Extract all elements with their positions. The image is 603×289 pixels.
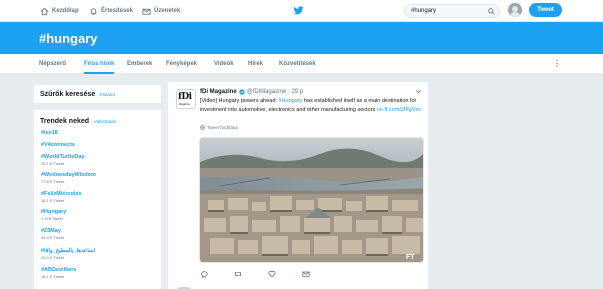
trends-change-link[interactable]: · Változtatás xyxy=(91,119,116,124)
filters-show-link[interactable]: · Mutasd xyxy=(97,92,115,97)
tweet-link[interactable]: on.ft.com/2IFgVss xyxy=(377,107,421,113)
bell-icon xyxy=(90,7,97,15)
tab-news[interactable]: Hírek xyxy=(248,54,263,74)
like-icon[interactable] xyxy=(268,270,276,278)
more-options-icon[interactable]: ⋮ xyxy=(553,59,561,68)
author-handle[interactable]: @fDiMagazine · 29 p xyxy=(247,89,303,95)
trend-name: #V4connects xyxy=(41,142,75,148)
home-icon xyxy=(40,7,49,15)
trends-title-text: Trendek neked xyxy=(40,118,90,125)
trend-item[interactable]: #WorldTurtleDay 25,1 E Tweet xyxy=(41,154,85,166)
search-tabs: Népszerű Friss hírek Emberek Fényképek V… xyxy=(0,54,603,74)
trend-name: #FelizMiércoles xyxy=(41,191,82,197)
verified-badge-icon xyxy=(238,89,245,95)
logo-subtext: Magazine xyxy=(179,103,190,106)
trend-name: #WorldTurtleDay xyxy=(41,154,85,160)
trend-name: #WednesdayWisdom xyxy=(41,172,96,178)
tab-people[interactable]: Emberek xyxy=(127,54,152,74)
globe-icon xyxy=(200,125,205,130)
nav-home-label: Kezdőlap xyxy=(52,8,79,14)
trend-item[interactable]: #Hungary 1 378 Tweet xyxy=(41,209,66,221)
twitter-bird-icon[interactable] xyxy=(293,5,304,16)
search-filters-card: Szűrők keresése · Mutasd xyxy=(33,84,162,104)
nav-messages-label: Üzenetek xyxy=(154,8,181,14)
reply-icon[interactable] xyxy=(200,270,208,278)
trend-name: #23May xyxy=(41,228,61,234)
trend-item[interactable]: #FelizMiércoles 18,1 E Tweet xyxy=(41,191,82,203)
avatar[interactable] xyxy=(508,3,522,17)
nav-home[interactable]: Kezdőlap xyxy=(40,4,79,18)
retweet-icon[interactable] xyxy=(234,270,242,278)
trend-count: 77,6 E Tweet xyxy=(41,179,65,184)
trend-name: #اساعدها_بالمطبخ_واقا xyxy=(41,248,96,254)
trend-item[interactable]: #ABDevilliers 18,1 E Tweet xyxy=(41,267,76,279)
trend-item[interactable]: #WednesdayWisdom 77,6 E Tweet xyxy=(41,172,96,184)
filters-title: Szűrők keresése · Mutasd xyxy=(40,91,115,98)
trend-name: #ABDevilliers xyxy=(41,267,77,273)
direct-message-icon[interactable] xyxy=(302,270,310,278)
search-value: #hungary xyxy=(411,8,437,14)
trend-name: #Hungary xyxy=(41,209,67,215)
trend-count: 25,4 E Tweet xyxy=(41,255,65,260)
trend-item[interactable]: #ice18 xyxy=(41,130,58,136)
nav-notifications-label: Értesítések xyxy=(101,8,134,14)
tab-videos[interactable]: Videók xyxy=(214,54,234,74)
filters-title-text: Szűrők keresése xyxy=(40,91,96,98)
city-aerial-image: FT xyxy=(200,138,423,262)
trends-card: Trendek neked · Változtatás #ice18 #V4con… xyxy=(33,109,162,289)
tab-popular[interactable]: Népszerű xyxy=(39,54,66,74)
trend-item[interactable]: #23May 34,4 E Tweet xyxy=(41,228,64,240)
trend-name: #ice18 xyxy=(41,130,58,136)
trend-count: 1 378 Tweet xyxy=(41,216,63,221)
tweet-text-prefix: [Video] Hungary powers ahead: xyxy=(200,98,279,104)
tweet-text: [Video] Hungary powers ahead: #Hungary h… xyxy=(200,97,422,114)
nav-messages[interactable]: Üzenetek xyxy=(142,4,180,18)
translate-tweet-link[interactable]: Tweet fordítása xyxy=(200,125,238,130)
nav-notifications[interactable]: Értesítések xyxy=(89,4,133,18)
trends-title: Trendek neked · Változtatás xyxy=(40,118,116,125)
top-navigation: Kezdőlap Értesítések Üzenetek #hungary T… xyxy=(0,0,603,22)
trend-item[interactable]: #V4connects xyxy=(41,142,75,148)
tweet-button[interactable]: Tweet xyxy=(529,3,562,17)
tweet-header: fDi Magazine @fDiMagazine · 29 p xyxy=(200,89,303,95)
search-input[interactable]: #hungary xyxy=(404,4,500,18)
envelope-icon xyxy=(142,8,151,15)
trend-count: 18,1 E Tweet xyxy=(41,198,65,203)
trend-item[interactable]: #اساعدها_بالمطبخ_واقا 25,4 E Tweet xyxy=(41,248,95,260)
translate-label: Tweet fordítása xyxy=(207,125,238,130)
tweet-card[interactable]: fDi Magazine fDi Magazine @fDiMagazine ·… xyxy=(167,81,429,289)
logo-text: fDi xyxy=(178,92,192,102)
tweet-actions xyxy=(200,270,340,280)
tab-broadcasts[interactable]: Közvetítések xyxy=(279,54,316,74)
trend-count: 34,4 E Tweet xyxy=(41,235,65,240)
trend-count: 18,1 E Tweet xyxy=(41,274,65,279)
search-icon[interactable] xyxy=(488,8,495,15)
tweet-media-image[interactable]: FT xyxy=(199,137,424,263)
author-name[interactable]: fDi Magazine xyxy=(200,89,237,95)
chevron-down-icon[interactable] xyxy=(415,88,422,95)
tab-latest[interactable]: Friss hírek xyxy=(84,54,115,74)
page-title: #hungary xyxy=(39,31,98,46)
media-watermark: FT xyxy=(406,254,415,261)
tweet-hashtag[interactable]: #Hungary xyxy=(278,98,302,104)
trend-count: 25,1 E Tweet xyxy=(41,161,65,166)
search-banner: #hungary xyxy=(0,22,603,54)
tab-photos[interactable]: Fényképek xyxy=(166,54,197,74)
author-avatar[interactable]: fDi Magazine xyxy=(176,89,196,109)
